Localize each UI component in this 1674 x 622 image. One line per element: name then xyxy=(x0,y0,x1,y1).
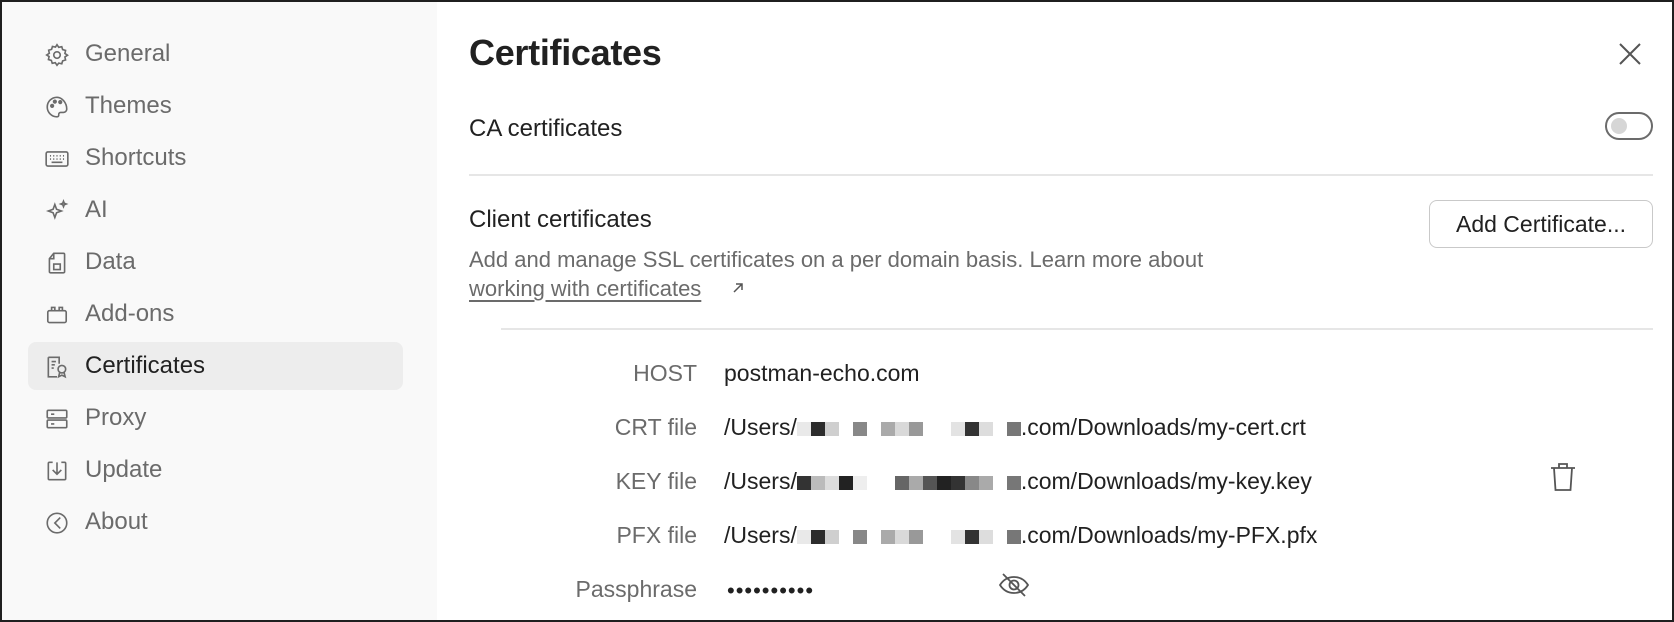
key-file-label: KEY file xyxy=(615,468,697,494)
proxy-icon xyxy=(44,406,70,432)
sidebar-item-label: Certificates xyxy=(85,352,206,379)
eye-off-icon xyxy=(998,573,1030,597)
sidebar-item-label: Update xyxy=(85,456,163,483)
add-ons-icon xyxy=(44,302,70,328)
add-certificate-button[interactable]: Add Certificate... xyxy=(1429,200,1653,248)
sidebar-item-label: Add-ons xyxy=(85,300,175,327)
host-label: HOST xyxy=(633,360,697,386)
sidebar-item-label: Shortcuts xyxy=(85,144,187,171)
sidebar-item-data[interactable]: Data xyxy=(28,238,403,286)
palette-icon xyxy=(44,94,70,120)
sidebar-item-themes[interactable]: Themes xyxy=(28,82,403,130)
about-icon xyxy=(44,510,70,536)
data-icon xyxy=(44,250,70,276)
crt-file-value: /Users/ .com/Downloads/my-cert.crt xyxy=(724,414,1306,441)
sidebar-item-certificates[interactable]: Certificates xyxy=(28,342,403,390)
host-value: postman-echo.com xyxy=(724,360,920,386)
delete-certificate-button[interactable] xyxy=(1547,460,1579,494)
external-link-arrow-icon xyxy=(730,280,746,296)
ca-certificates-label: CA certificates xyxy=(469,115,623,142)
pfx-path-suffix: .com/Downloads/my-PFX.pfx xyxy=(1020,522,1318,548)
pfx-path-prefix: /Users/ xyxy=(724,522,797,548)
download-icon xyxy=(44,458,70,484)
sidebar-item-add-ons[interactable]: Add-ons xyxy=(28,290,403,338)
divider xyxy=(469,174,1653,176)
sidebar-item-label: AI xyxy=(85,196,108,223)
pfx-file-label: PFX file xyxy=(616,522,697,548)
toggle-knob xyxy=(1611,118,1627,134)
crt-path-prefix: /Users/ xyxy=(724,414,797,440)
settings-sidebar: General Themes Shortcuts AI Data Add-ons… xyxy=(2,2,437,620)
sidebar-item-label: About xyxy=(85,508,148,535)
sidebar-item-label: Themes xyxy=(85,92,172,119)
pfx-file-value: /Users/ .com/Downloads/my-PFX.pfx xyxy=(724,522,1317,549)
page-title: Certificates xyxy=(469,32,662,73)
key-path-prefix: /Users/ xyxy=(724,468,797,494)
certificate-icon xyxy=(44,354,70,380)
trash-icon xyxy=(1551,463,1575,491)
toggle-passphrase-visibility[interactable] xyxy=(997,570,1031,600)
settings-window: General Themes Shortcuts AI Data Add-ons… xyxy=(0,0,1674,622)
sparkle-icon xyxy=(44,198,70,224)
close-button[interactable] xyxy=(1612,36,1648,72)
sidebar-item-about[interactable]: About xyxy=(28,498,403,546)
settings-main-panel: Certificates CA certificates Client cert… xyxy=(437,2,1672,620)
ca-certificates-toggle[interactable] xyxy=(1605,112,1653,140)
sidebar-item-update[interactable]: Update xyxy=(28,446,403,494)
keyboard-icon xyxy=(44,146,70,172)
passphrase-value: •••••••••• xyxy=(727,578,815,603)
sidebar-item-ai[interactable]: AI xyxy=(28,186,403,234)
crt-path-suffix: .com/Downloads/my-cert.crt xyxy=(1020,414,1306,440)
divider xyxy=(501,328,1653,330)
working-with-certificates-link[interactable]: working with certificates xyxy=(469,276,701,302)
key-file-value: /Users/ .com/Downloads/my-key.key xyxy=(724,468,1312,495)
redacted-username xyxy=(796,414,1021,440)
sidebar-item-general[interactable]: General xyxy=(28,30,403,78)
sidebar-item-label: Proxy xyxy=(85,404,147,431)
crt-file-label: CRT file xyxy=(614,414,697,440)
gear-icon xyxy=(44,42,70,68)
client-certificates-title: Client certificates xyxy=(469,206,652,233)
close-icon xyxy=(1619,43,1641,65)
sidebar-item-label: Data xyxy=(85,248,136,275)
redacted-username xyxy=(796,522,1021,548)
client-certificates-description: Add and manage SSL certificates on a per… xyxy=(469,247,1204,272)
sidebar-item-shortcuts[interactable]: Shortcuts xyxy=(28,134,403,182)
passphrase-label: Passphrase xyxy=(575,576,697,602)
sidebar-item-label: General xyxy=(85,40,171,67)
redacted-username xyxy=(796,468,1021,494)
key-path-suffix: .com/Downloads/my-key.key xyxy=(1020,468,1312,494)
sidebar-item-proxy[interactable]: Proxy xyxy=(28,394,403,442)
